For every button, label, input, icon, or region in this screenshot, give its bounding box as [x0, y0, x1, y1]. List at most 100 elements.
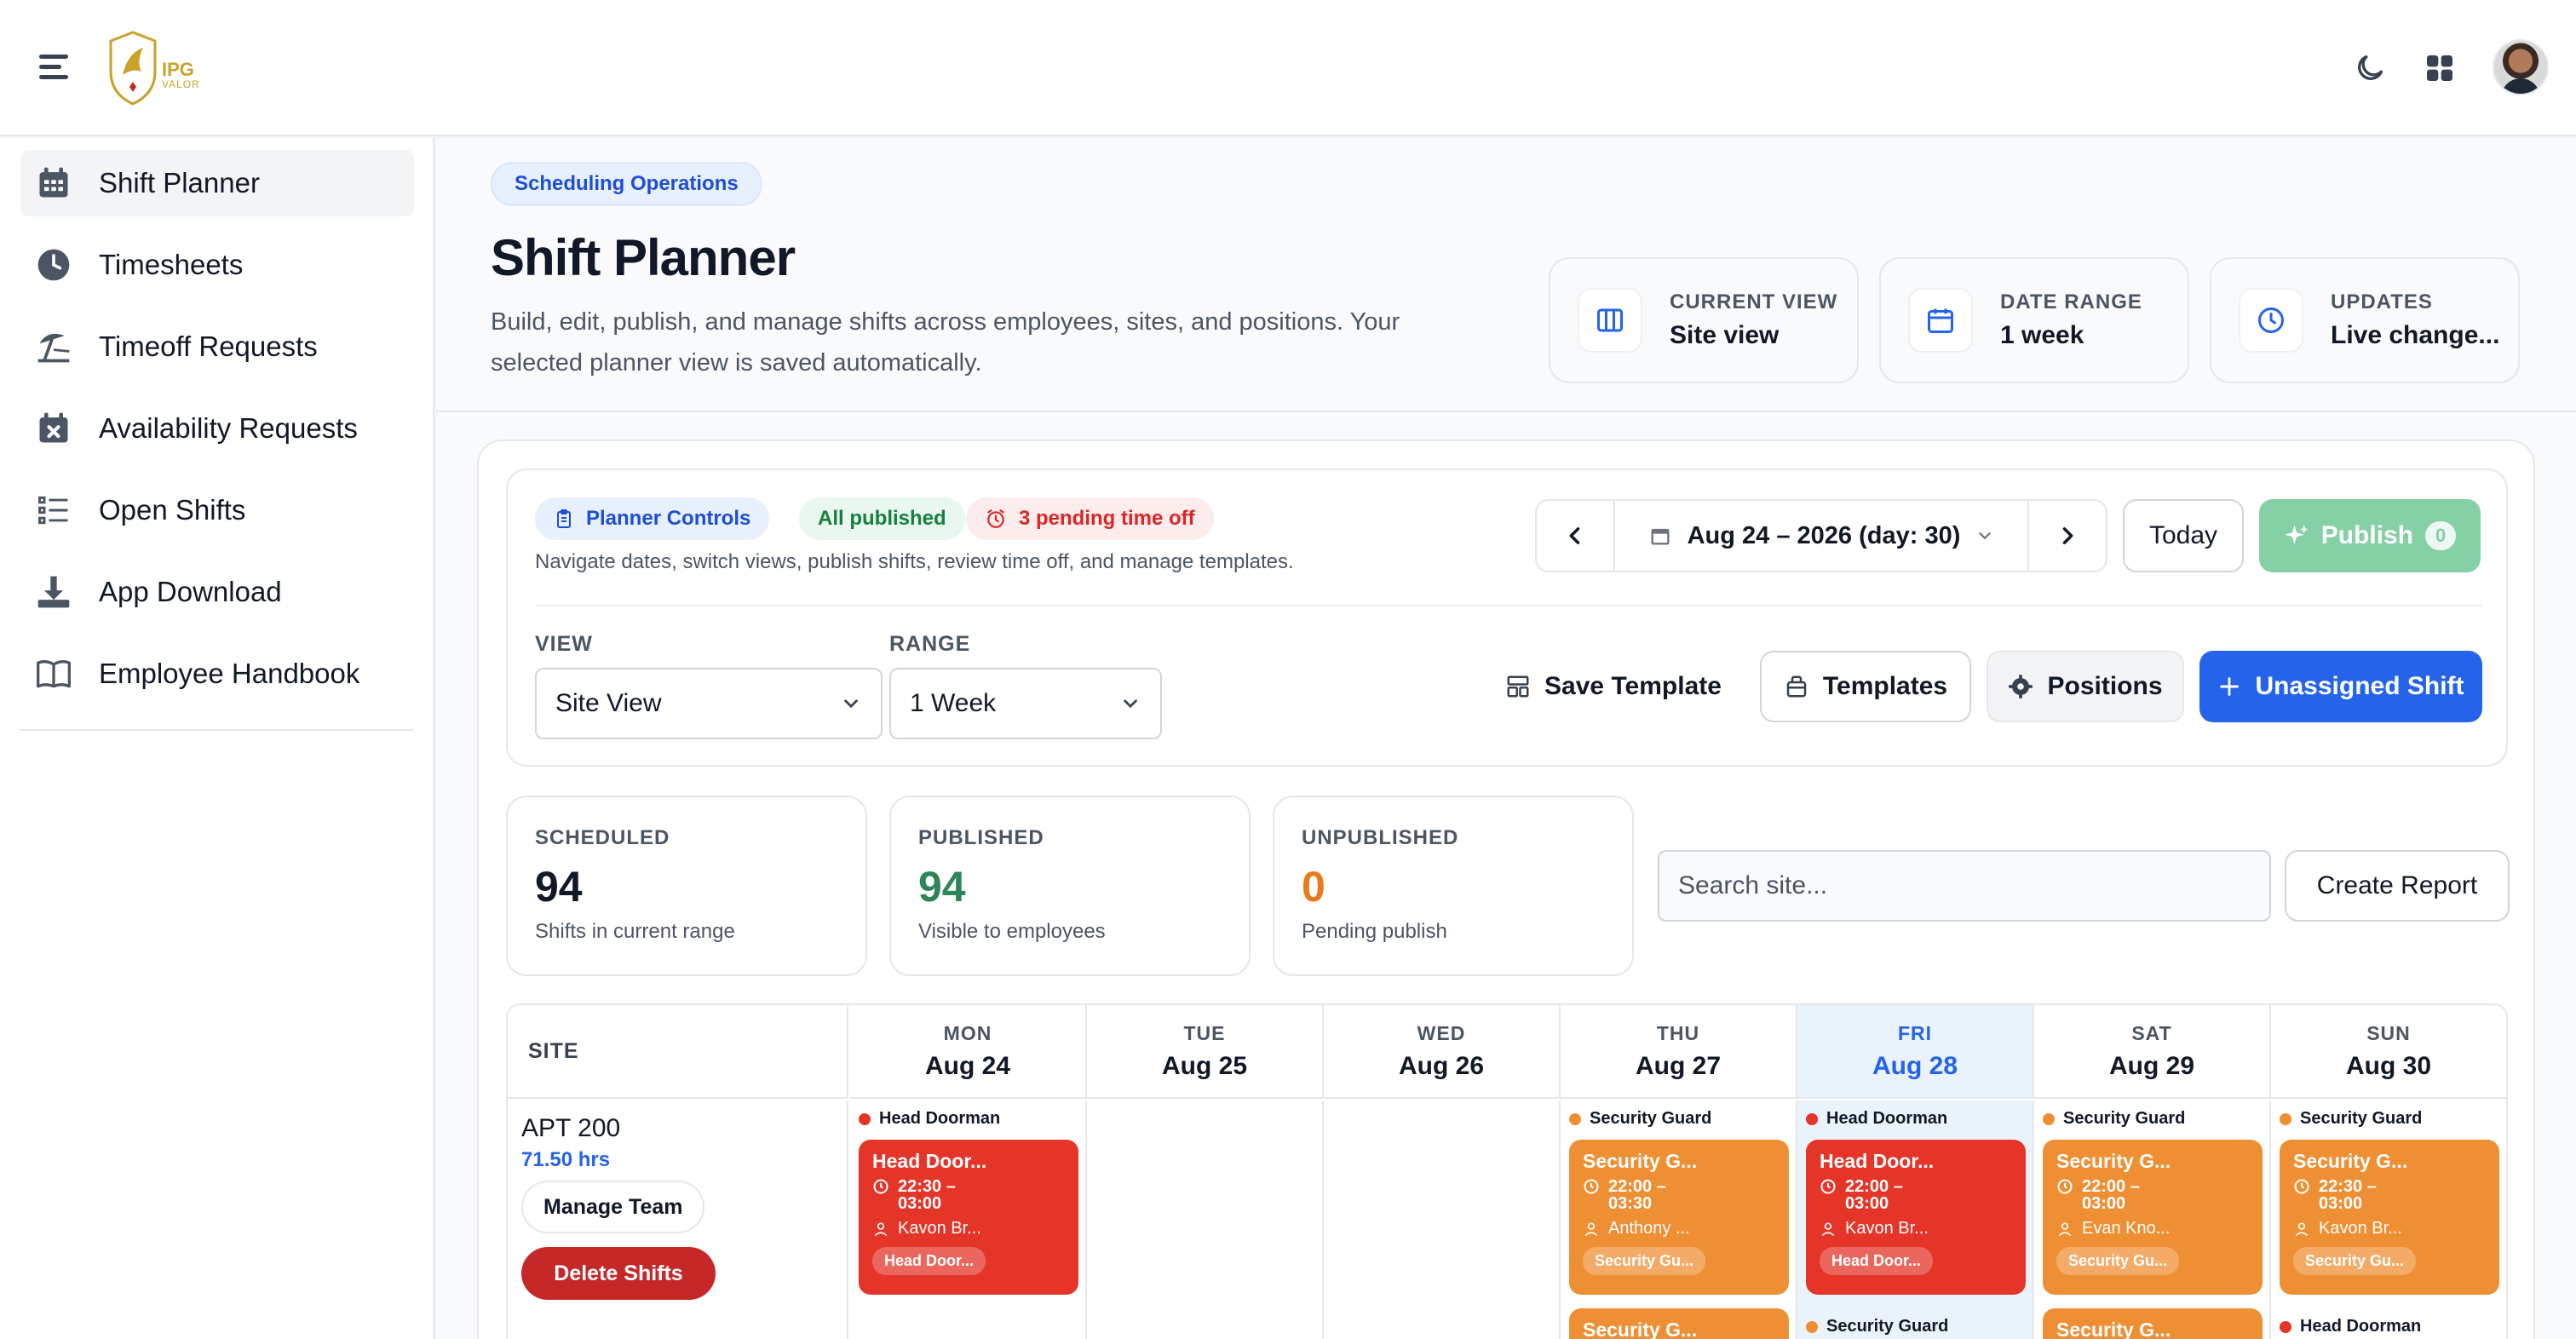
- calendar-grid-icon: [34, 164, 73, 203]
- chevron-down-icon: [1979, 532, 1992, 540]
- create-report-button[interactable]: Create Report: [2285, 850, 2510, 922]
- badge-label: Planner Controls: [586, 507, 751, 530]
- sidebar-item-app-download[interactable]: App Download: [20, 559, 414, 625]
- position-label: Security Guard: [1569, 1109, 1711, 1129]
- day-cell-sat[interactable]: Security Guard Security G... 22:00 – 03:…: [2034, 1101, 2271, 1339]
- day-cell-tue[interactable]: [1087, 1101, 1324, 1339]
- book-icon: [34, 654, 73, 693]
- shift-employee: Evan Kno...: [2082, 1219, 2171, 1238]
- menu-icon[interactable]: [39, 55, 68, 80]
- position-label: Security Guard: [2280, 1109, 2422, 1129]
- unassigned-shift-button[interactable]: Unassigned Shift: [2199, 651, 2482, 722]
- sidebar-item-timesheets[interactable]: Timesheets: [20, 232, 414, 298]
- sidebar-item-label: Shift Planner: [99, 167, 260, 198]
- summary-key: UNPUBLISHED: [1302, 826, 1459, 849]
- shift-card[interactable]: Security G...: [2043, 1308, 2263, 1339]
- shift-card[interactable]: Security G... 22:00 – 03:30 Anthony ... …: [1569, 1140, 1789, 1295]
- shift-title: Security G...: [2056, 1319, 2171, 1339]
- calendar-x-icon: [34, 409, 73, 448]
- logo-subtext: VALOR: [162, 78, 200, 90]
- controls-hint: Navigate dates, switch views, publish sh…: [535, 550, 1294, 573]
- search-site-input[interactable]: [1658, 850, 2271, 922]
- day-header-sat: SAT Aug 29: [2034, 1005, 2271, 1099]
- user-icon: [1584, 1222, 1598, 1236]
- planner-panel: Planner Controls All published 3 pending…: [477, 440, 2535, 1339]
- day-header-fri: FRI Aug 28: [1797, 1005, 2034, 1099]
- day-cell-wed[interactable]: [1324, 1101, 1561, 1339]
- apps-grid-icon[interactable]: [2423, 51, 2457, 85]
- date-range-label: Aug 24 – 2026 (day: 30): [1687, 521, 1961, 549]
- planner-controls: Planner Controls All published 3 pending…: [506, 468, 2508, 767]
- day-name: TUE: [1183, 1022, 1226, 1044]
- day-name: FRI: [1897, 1022, 1933, 1044]
- day-name: THU: [1656, 1022, 1700, 1044]
- shift-time: 22:00 – 03:00: [1845, 1177, 1903, 1213]
- summary-subtext: Pending publish: [1302, 920, 1447, 943]
- controls-divider: [535, 605, 2482, 606]
- page-title: Shift Planner: [491, 229, 796, 286]
- next-week-button[interactable]: [2029, 501, 2106, 571]
- today-button[interactable]: Today: [2123, 499, 2244, 572]
- day-name: MON: [943, 1022, 992, 1044]
- day-cell-mon[interactable]: Head Doorman Head Door... 22:30 – 03:00 …: [850, 1101, 1087, 1339]
- sidebar-item-shift-planner[interactable]: Shift Planner: [20, 150, 414, 216]
- previous-week-button[interactable]: [1537, 501, 1613, 571]
- sidebar-item-employee-handbook[interactable]: Employee Handbook: [20, 641, 414, 707]
- manage-team-button[interactable]: Manage Team: [521, 1181, 705, 1233]
- shift-position-chip: Security Gu...: [1583, 1247, 1706, 1275]
- scheduled-summary-card: SCHEDULED 94 Shifts in current range: [506, 796, 867, 976]
- sidebar-item-open-shifts[interactable]: Open Shifts: [20, 477, 414, 543]
- user-icon: [2058, 1222, 2072, 1236]
- day-header-wed: WED Aug 26: [1324, 1005, 1561, 1099]
- positions-button[interactable]: Positions: [1987, 651, 2184, 722]
- delete-shifts-button[interactable]: Delete Shifts: [521, 1247, 716, 1300]
- day-cell-fri[interactable]: Head Doorman Head Door... 22:00 – 03:00 …: [1797, 1101, 2034, 1339]
- pending-timeoff-badge[interactable]: 3 pending time off: [966, 497, 1214, 540]
- range-select[interactable]: 1 Week: [889, 668, 1162, 739]
- site-cell: APT 200 71.50 hrs Manage Team Delete Shi…: [508, 1101, 848, 1339]
- day-cell-thu[interactable]: Security Guard Security G... 22:00 – 03:…: [1561, 1101, 1797, 1339]
- shift-time: 22:30 – 03:00: [2319, 1177, 2377, 1213]
- day-header-sun: SUN Aug 30: [2271, 1005, 2506, 1099]
- main-content: Scheduling Operations Shift Planner Buil…: [436, 138, 2576, 1339]
- shift-card[interactable]: Security G... 22:30 – 03:00 Kavon Br... …: [2280, 1140, 2499, 1295]
- shift-card[interactable]: Head Door... 22:30 – 03:00 Kavon Br... H…: [859, 1140, 1078, 1295]
- templates-button[interactable]: Templates: [1760, 651, 1971, 722]
- summary-key: PUBLISHED: [918, 826, 1044, 849]
- sidebar-item-timeoff-requests[interactable]: Timeoff Requests: [20, 313, 414, 380]
- shift-card[interactable]: Security G...: [1569, 1308, 1789, 1339]
- shift-card[interactable]: Head Door... 22:00 – 03:00 Kavon Br... H…: [1806, 1140, 2026, 1295]
- chevron-right-icon: [2062, 527, 2073, 544]
- publish-button[interactable]: Publish 0: [2259, 499, 2481, 572]
- day-name: SUN: [2366, 1022, 2411, 1044]
- top-bar: IPG VALOR: [0, 0, 2576, 136]
- beach-umbrella-icon: [34, 327, 73, 366]
- date-picker[interactable]: Aug 24 – 2026 (day: 30): [1613, 501, 2029, 571]
- clipboard-icon: [557, 509, 571, 528]
- chevron-down-icon: [1124, 699, 1137, 709]
- day-date: Aug 30: [2345, 1052, 2432, 1080]
- site-hours: 71.50 hrs: [521, 1148, 611, 1171]
- stat-value: Site view: [1670, 321, 1780, 349]
- sidebar-item-availability-requests[interactable]: Availability Requests: [20, 395, 414, 462]
- alarm-clock-icon: [987, 509, 1004, 528]
- company-logo[interactable]: IPG VALOR: [106, 27, 208, 109]
- position-name: Security Guard: [2300, 1109, 2423, 1128]
- user-avatar[interactable]: [2493, 39, 2549, 95]
- shift-employee: Kavon Br...: [1845, 1219, 1929, 1238]
- day-cell-sun[interactable]: Security Guard Security G... 22:30 – 03:…: [2271, 1101, 2506, 1339]
- sparkle-icon: [2284, 525, 2309, 544]
- clock-icon: [2239, 288, 2303, 353]
- day-date: Aug 26: [1398, 1052, 1485, 1080]
- view-select[interactable]: Site View: [535, 668, 883, 739]
- clock-icon: [873, 1179, 888, 1194]
- shift-card[interactable]: Security G... 22:00 – 03:00 Evan Kno... …: [2043, 1140, 2263, 1295]
- sidebar-item-label: Timeoff Requests: [99, 330, 318, 362]
- dark-mode-icon[interactable]: [2353, 51, 2387, 85]
- shift-position-chip: Security Gu...: [2056, 1247, 2180, 1275]
- position-name: Head Doorman: [1826, 1109, 1948, 1128]
- shift-title: Head Door...: [872, 1150, 987, 1172]
- save-template-button[interactable]: Save Template: [1496, 651, 1731, 722]
- day-date: Aug 28: [1872, 1052, 1958, 1080]
- section-badge: Scheduling Operations: [491, 162, 762, 206]
